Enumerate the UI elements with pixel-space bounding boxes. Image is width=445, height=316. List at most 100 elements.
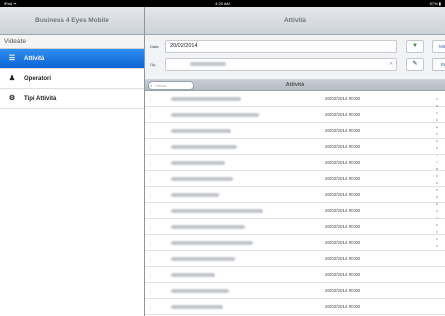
alphabet-index[interactable]: A B C D E F G H I L M N O P Q R S T U V Z # — [432, 96, 442, 306]
index-letter[interactable]: B — [432, 103, 442, 110]
row-date: 20/02/2014 00:00 — [325, 288, 361, 293]
row-name — [171, 241, 253, 245]
operator-field[interactable]: › — [165, 58, 397, 71]
detail-title: Attività — [283, 17, 307, 24]
table-row[interactable]: › 20/02/2014 00:00 — [145, 187, 445, 203]
row-date: 20/02/2014 00:00 — [325, 160, 361, 165]
edit-button[interactable]: ✎ — [406, 58, 424, 71]
index-letter[interactable]: N — [432, 173, 442, 180]
index-letter[interactable]: M — [432, 166, 442, 173]
index-letter[interactable]: Z — [432, 236, 442, 243]
operator-value — [190, 61, 226, 66]
row-chevron-icon: › — [150, 96, 152, 101]
index-letter[interactable]: P — [432, 187, 442, 194]
row-chevron-icon: › — [150, 272, 152, 277]
pencil-icon: ✎ — [412, 61, 418, 67]
row-name — [171, 225, 245, 229]
activity-table: › 20/02/2014 00:00 › 20/02/2014 00:00 › 20/02… — [145, 91, 445, 316]
row-date: 20/02/2014 00:00 — [325, 256, 361, 261]
row-date: 20/02/2014 00:00 — [325, 96, 361, 101]
master-title: Business 4 Eyes Mobile — [35, 17, 109, 24]
filter-button[interactable]: ▼ — [406, 40, 424, 53]
table-row[interactable]: › 20/02/2014 00:00 — [145, 171, 445, 187]
person-icon: ♟ — [8, 75, 16, 82]
row-date: 20/02/2014 00:00 — [325, 112, 361, 117]
index-letter[interactable]: H — [432, 145, 442, 152]
table-row[interactable]: › 20/02/2014 00:00 — [145, 91, 445, 107]
list-icon: ☰ — [8, 55, 16, 62]
index-letter[interactable]: F — [432, 131, 442, 138]
table-row[interactable]: › 20/02/2014 00:00 — [145, 155, 445, 171]
ricevi-button[interactable]: Ricevi — [432, 58, 445, 71]
index-letter[interactable]: L — [432, 159, 442, 166]
list-header: Attività ⌕ Cerca — [145, 80, 445, 91]
sidebar-item-attivita[interactable]: ☰ Attività — [0, 49, 144, 69]
row-name — [171, 289, 229, 293]
table-row[interactable]: › 20/02/2014 00:00 — [145, 267, 445, 283]
index-letter[interactable]: Q — [432, 194, 442, 201]
index-letter[interactable]: U — [432, 222, 442, 229]
filter-icon: ▼ — [412, 43, 418, 49]
index-letter[interactable]: C — [432, 110, 442, 117]
row-name — [171, 161, 225, 165]
index-letter[interactable]: T — [432, 215, 442, 222]
sidebar-item-label: Operatori — [24, 76, 52, 82]
row-chevron-icon: › — [150, 128, 152, 133]
row-date: 20/02/2014 00:00 — [325, 176, 361, 181]
row-date: 20/02/2014 00:00 — [325, 240, 361, 245]
index-letter[interactable]: E — [432, 124, 442, 131]
sidebar-item-tipi-attivita[interactable]: ⚙ Tipi Attività — [0, 89, 144, 109]
table-row[interactable]: › 20/02/2014 00:00 — [145, 107, 445, 123]
row-name — [171, 145, 237, 149]
row-chevron-icon: › — [150, 208, 152, 213]
row-date: 20/02/2014 00:00 — [325, 208, 361, 213]
index-letter[interactable]: R — [432, 201, 442, 208]
date-label: Data — [150, 44, 159, 49]
date-value: 20/02/2014 — [170, 43, 198, 49]
index-letter[interactable]: O — [432, 180, 442, 187]
index-letter[interactable]: # — [432, 243, 442, 250]
row-name — [171, 177, 233, 181]
row-chevron-icon: › — [150, 176, 152, 181]
search-input[interactable]: ⌕ Cerca — [148, 81, 194, 90]
index-letter[interactable]: S — [432, 208, 442, 215]
row-name — [171, 257, 235, 261]
row-chevron-icon: › — [150, 192, 152, 197]
index-letter[interactable]: V — [432, 229, 442, 236]
sidebar: Videate ☰ Attività ♟ Operatori ⚙ Tipi At… — [0, 35, 144, 316]
battery-label: 57% ▮ — [429, 1, 441, 6]
row-date: 20/02/2014 00:00 — [325, 224, 361, 229]
mittente-button[interactable]: Mittente — [432, 40, 445, 53]
gear-icon: ⚙ — [8, 95, 16, 102]
table-row[interactable]: › 20/02/2014 00:00 — [145, 203, 445, 219]
date-field[interactable]: 20/02/2014 — [165, 40, 397, 53]
table-row[interactable]: › 20/02/2014 00:00 — [145, 139, 445, 155]
row-chevron-icon: › — [150, 112, 152, 117]
index-letter[interactable]: G — [432, 138, 442, 145]
table-row[interactable]: › 20/02/2014 00:00 — [145, 299, 445, 315]
row-name — [171, 113, 259, 117]
row-date: 20/02/2014 00:00 — [325, 272, 361, 277]
row-chevron-icon: › — [150, 224, 152, 229]
row-name — [171, 129, 231, 133]
table-row[interactable]: › 20/02/2014 00:00 — [145, 219, 445, 235]
index-letter[interactable]: I — [432, 152, 442, 159]
row-chevron-icon: › — [150, 288, 152, 293]
sidebar-item-operatori[interactable]: ♟ Operatori — [0, 69, 144, 89]
search-icon: ⌕ — [150, 83, 153, 88]
row-date: 20/02/2014 00:00 — [325, 304, 361, 309]
row-chevron-icon: › — [150, 144, 152, 149]
row-name — [171, 209, 263, 213]
row-name — [171, 273, 215, 277]
index-letter[interactable]: D — [432, 117, 442, 124]
operator-label: Op. — [150, 62, 157, 67]
chevron-right-icon: › — [390, 61, 392, 67]
index-letter[interactable]: A — [432, 96, 442, 103]
clock-label: 4:20 AM — [215, 1, 230, 6]
table-row[interactable]: › 20/02/2014 00:00 — [145, 235, 445, 251]
table-row[interactable]: › 20/02/2014 00:00 — [145, 283, 445, 299]
table-row[interactable]: › 20/02/2014 00:00 — [145, 123, 445, 139]
row-name — [171, 305, 223, 309]
table-row[interactable]: › 20/02/2014 00:00 — [145, 251, 445, 267]
search-placeholder: Cerca — [155, 83, 166, 88]
